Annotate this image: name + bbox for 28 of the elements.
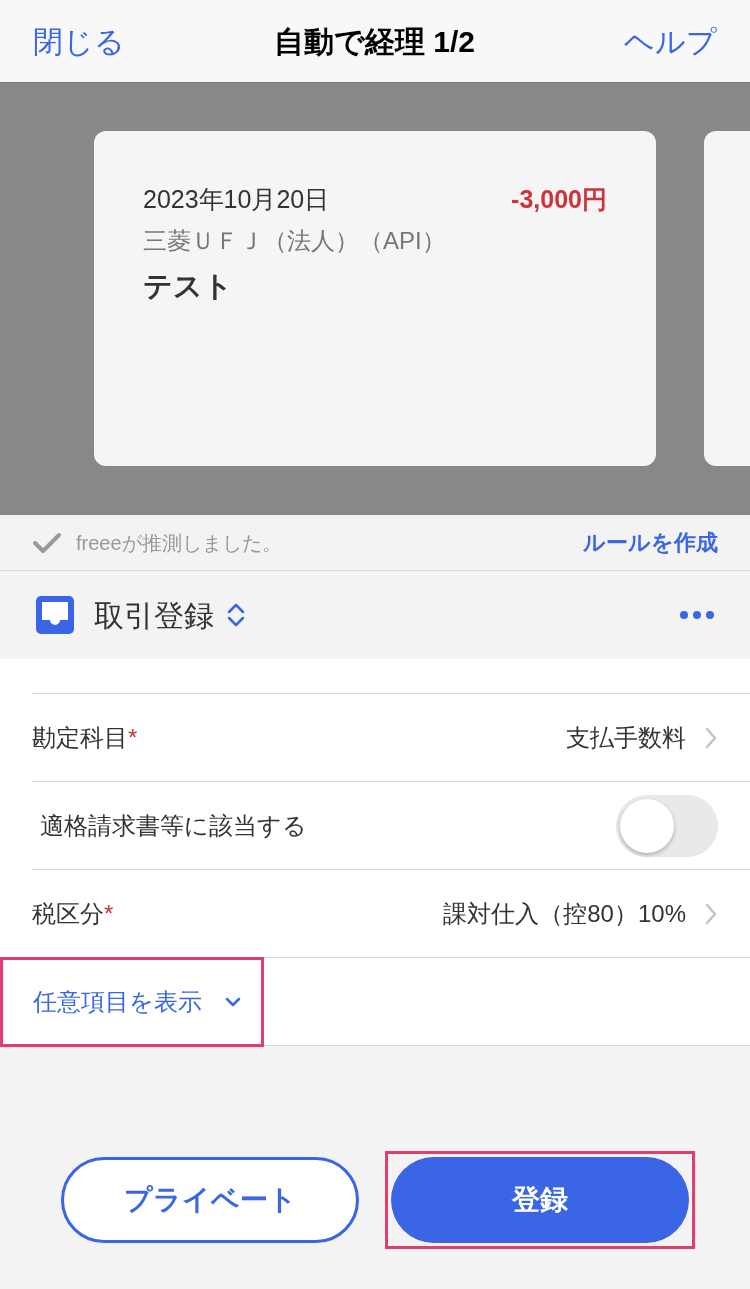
select-field[interactable]: 課対仕入（控80）10%	[443, 895, 718, 932]
chevron-right-icon	[704, 901, 718, 926]
transaction-description: テスト	[143, 268, 234, 304]
bank-account: 三菱ＵＦＪ（法人）（API）	[143, 225, 447, 256]
create-rule-link[interactable]: ルールを作成	[583, 526, 718, 559]
guess-note: freeeが推測しました。	[76, 530, 282, 556]
transaction-date: 2023年10月20日	[143, 184, 330, 215]
select-field[interactable]: 支払手数料	[566, 719, 718, 756]
field-label: 適格請求書等に該当する	[39, 810, 307, 841]
transaction-amount: -3,000円	[511, 184, 607, 215]
up-down-chevron-icon	[226, 602, 246, 628]
transaction-card[interactable]: 2023年10月20日 -3,000円 三菱ＵＦＪ（法人）（API） テスト	[94, 131, 656, 466]
tray-icon	[36, 596, 74, 634]
private-button[interactable]: プライベート	[61, 1157, 359, 1243]
close-button[interactable]: 閉じる	[33, 18, 125, 64]
required-mark: *	[104, 898, 114, 929]
chevron-down-icon	[224, 995, 242, 1008]
chevron-right-icon	[704, 725, 718, 750]
field-label: 勘定科目	[32, 722, 128, 753]
screen-title: 自動で経理 1/2	[272, 23, 476, 60]
help-button[interactable]: ヘルプ	[624, 18, 717, 64]
register-button[interactable]: 登録	[391, 1157, 689, 1243]
required-mark: *	[128, 722, 138, 753]
field-label: 税区分	[32, 898, 104, 929]
checkmark-icon	[32, 531, 62, 554]
more-icon[interactable]	[680, 611, 714, 619]
show-optional-fields-toggle[interactable]: 任意項目を表示	[0, 956, 264, 1047]
section-type-selector[interactable]: 取引登録	[94, 592, 246, 638]
